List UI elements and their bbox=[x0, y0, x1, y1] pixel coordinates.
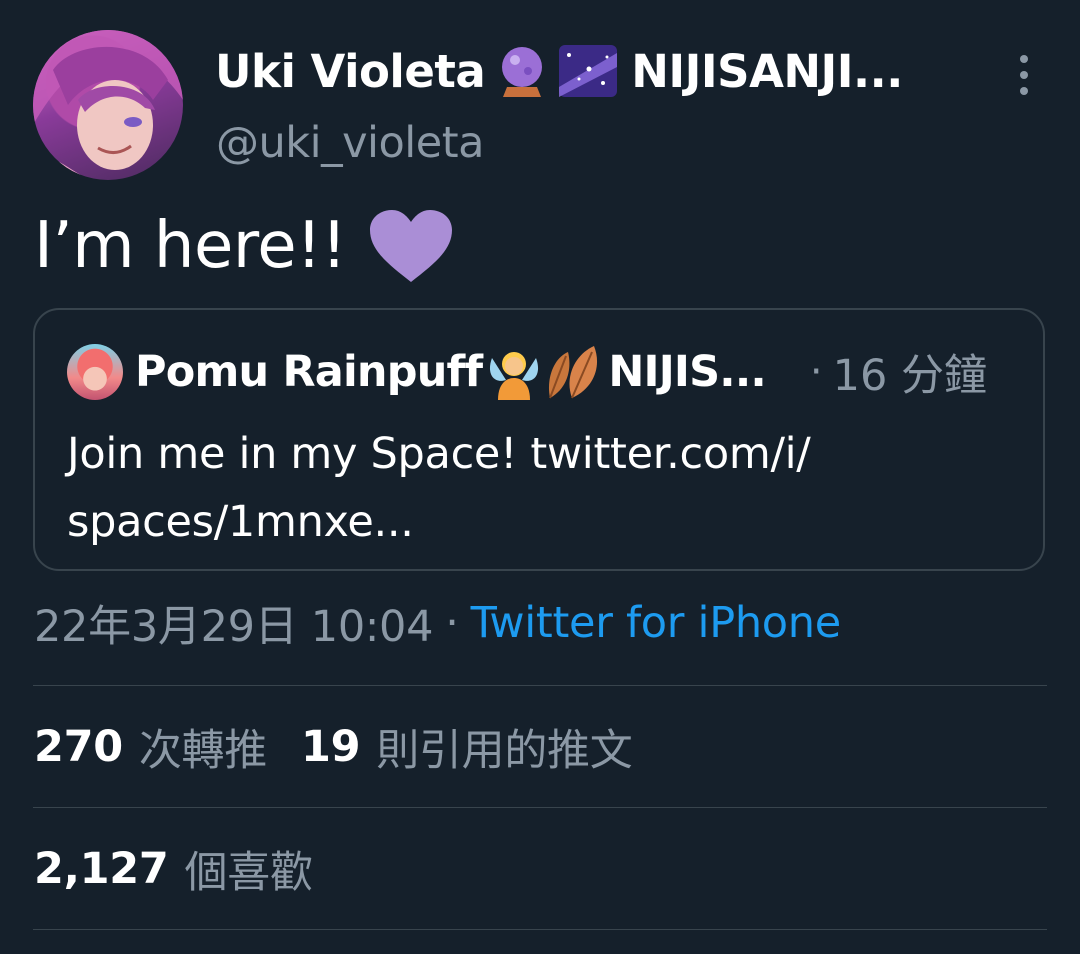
fairy-icon bbox=[486, 344, 542, 400]
milky-way-icon bbox=[559, 43, 618, 99]
quoted-timestamp[interactable]: 16 分鐘 bbox=[833, 341, 987, 403]
engagement-stats-row: 270 次轉推 19 則引用的推文 bbox=[34, 707, 633, 787]
meta-separator: · bbox=[445, 598, 459, 648]
likes-stat[interactable]: 2,127 個喜歡 bbox=[34, 838, 313, 900]
quotes-count: 19 bbox=[300, 722, 361, 772]
retweets-count: 270 bbox=[34, 722, 123, 772]
divider bbox=[33, 685, 1047, 686]
author-display-name[interactable]: Uki Violeta bbox=[215, 45, 486, 98]
crystal-ball-icon bbox=[499, 43, 545, 99]
author-avatar[interactable] bbox=[33, 30, 183, 180]
retweets-stat[interactable]: 270 次轉推 bbox=[34, 716, 267, 778]
quoted-body-line-2: spaces/1mnxe... bbox=[67, 497, 414, 547]
quote-tweets-stat[interactable]: 19 則引用的推文 bbox=[300, 716, 633, 778]
quoted-author-avatar[interactable] bbox=[67, 344, 123, 400]
author-handle[interactable]: @uki_violeta bbox=[216, 118, 484, 168]
retweets-label: 次轉推 bbox=[138, 726, 267, 776]
tweet-text-content: I’m here!! bbox=[34, 209, 347, 283]
quoted-separator: · bbox=[809, 349, 823, 395]
fallen-leaves-icon bbox=[546, 344, 604, 400]
tweet-detail-page: Uki Violeta NIJISANJI... @uki_violeta I’… bbox=[0, 0, 1080, 954]
quoted-tweet-card[interactable]: Pomu Rainpuff NIJIS... · 16 分鐘 Join me i… bbox=[33, 308, 1045, 571]
likes-stats-row: 2,127 個喜歡 bbox=[34, 829, 313, 909]
quoted-tweet-header: Pomu Rainpuff NIJIS... · 16 分鐘 bbox=[135, 340, 1015, 404]
divider bbox=[33, 807, 1047, 808]
author-org-name[interactable]: NIJISANJI... bbox=[631, 45, 903, 98]
tweet-text: I’m here!! bbox=[34, 208, 454, 284]
quoted-author-name[interactable]: Pomu Rainpuff bbox=[135, 347, 483, 397]
purple-heart-icon bbox=[368, 208, 454, 284]
tweet-meta: 22年3月29日 10:04 · Twitter for iPhone bbox=[34, 592, 841, 654]
divider bbox=[33, 929, 1047, 930]
quotes-label: 則引用的推文 bbox=[376, 726, 633, 776]
more-options-icon[interactable] bbox=[1012, 55, 1036, 95]
author-name-row[interactable]: Uki Violeta NIJISANJI... bbox=[215, 40, 903, 102]
quoted-tweet-body: Join me in my Space! twitter.com/i/ spac… bbox=[67, 420, 967, 556]
tweet-source-link[interactable]: Twitter for iPhone bbox=[471, 598, 842, 648]
quoted-author-org[interactable]: NIJIS... bbox=[608, 347, 766, 397]
likes-count: 2,127 bbox=[34, 844, 169, 894]
likes-label: 個喜歡 bbox=[184, 848, 313, 898]
quoted-body-line-1: Join me in my Space! twitter.com/i/ bbox=[67, 429, 811, 479]
tweet-timestamp[interactable]: 22年3月29日 10:04 bbox=[34, 592, 433, 654]
